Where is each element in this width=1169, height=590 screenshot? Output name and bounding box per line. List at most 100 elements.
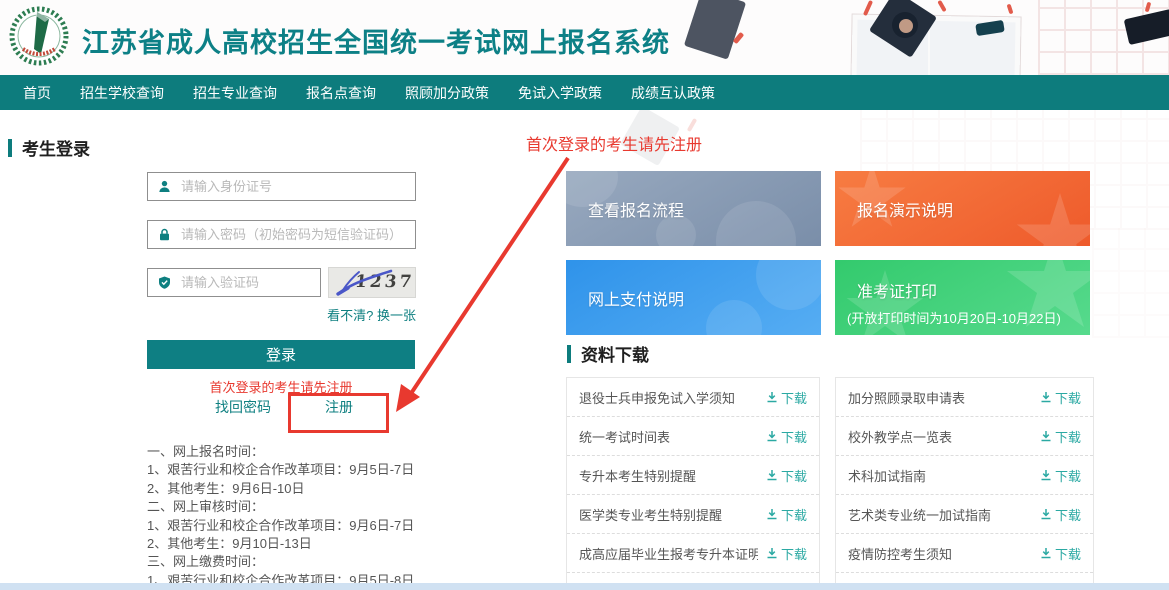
download-link[interactable]: 下载 [1040,388,1081,407]
download-row: 校外教学点一览表 下载 [836,417,1093,456]
download-icon [1040,508,1052,520]
graduation-cap-button [899,19,913,33]
downloads-section-title: 资料下载 [581,341,649,366]
download-link-label: 下载 [781,466,807,485]
corner-cap-decor [1124,9,1169,45]
download-row: 艺术类专业统一加试指南 下载 [836,495,1093,534]
download-link-label: 下载 [1055,388,1081,407]
download-link[interactable]: 下载 [766,427,807,446]
id-number-input[interactable] [179,178,415,195]
quicklink-demo-instructions[interactable]: 报名演示说明 [835,171,1090,246]
download-row: 退役士兵申报免试入学须知 下载 [567,378,819,417]
captcha-field[interactable] [147,268,321,297]
password-field[interactable] [147,220,416,249]
tassel-decor [1007,4,1014,15]
section-accent-bar [8,139,12,157]
header-photo-decor [640,0,1169,75]
download-link-label: 下载 [1055,466,1081,485]
schedule-line: 2、其他考生：9月6日-10日 [147,480,414,498]
download-file-name: 统一考试时间表 [579,427,670,446]
header: 江苏省成人高校招生全国统一考试网上报名系统 [0,0,1169,75]
building-window-decor [1038,0,1169,75]
download-icon [766,469,778,481]
nav-item[interactable]: 招生专业查询 [190,83,280,103]
tassel-decor [937,0,946,12]
download-file-name: 成高应届毕业生报考专升本证明 [579,544,758,563]
download-icon [1040,430,1052,442]
download-link[interactable]: 下载 [766,388,807,407]
schedule-text: 一、网上报名时间：1、艰苦行业和校企合作改革项目：9月5日-7日2、其他考生：9… [147,443,414,590]
download-row: 统一考试时间表 下载 [567,417,819,456]
download-link[interactable]: 下载 [1040,466,1081,485]
download-link-label: 下载 [781,544,807,563]
small-cap-decor [975,20,1005,36]
captcha-image[interactable]: 1237 [328,267,416,298]
download-link-label: 下载 [781,427,807,446]
id-number-field[interactable] [147,172,416,201]
download-link[interactable]: 下载 [1040,427,1081,446]
download-link-label: 下载 [1055,505,1081,524]
captcha-refresh-link[interactable]: 看不清? 换一张 [310,305,416,324]
forgot-password-link[interactable]: 找回密码 [215,397,271,417]
download-icon [1040,469,1052,481]
user-icon [158,180,171,193]
download-icon [1040,391,1052,403]
login-section-title: 考生登录 [22,135,90,160]
schedule-line: 三、网上缴费时间： [147,553,414,571]
tassel-decor [1145,2,1152,13]
schedule-line: 2、其他考生：9月10日-13日 [147,535,414,553]
schedule-line: 1、艰苦行业和校企合作改革项目：9月6日-7日 [147,517,414,535]
nav-item[interactable]: 报名点查询 [303,83,379,103]
tassel-decor [863,0,873,16]
quicklink-online-payment[interactable]: 网上支付说明 [566,260,821,335]
download-icon [766,547,778,559]
quicklink-admission-ticket-print[interactable]: 准考证打印 (开放打印时间为10月20日-10月22日) [835,260,1090,335]
register-link[interactable]: 注册 [325,397,353,417]
download-row: 成高应届毕业生报考专升本证明 下载 [567,534,819,573]
next-section-edge [0,583,1169,590]
schedule-line: 二、网上审核时间： [147,498,414,516]
schedule-line: 1、艰苦行业和校企合作改革项目：9月5日-7日 [147,461,414,479]
download-row: 加分照顾录取申请表 下载 [836,378,1093,417]
download-file-name: 专升本考生特别提醒 [579,466,696,485]
school-emblem-icon [7,4,71,68]
download-link-label: 下载 [1055,544,1081,563]
shield-check-icon [158,276,171,289]
nav-item[interactable]: 成绩互认政策 [628,83,718,103]
download-link[interactable]: 下载 [766,544,807,563]
captcha-scribble [329,268,416,298]
downloads-panel-right: 加分照顾录取申请表 下载 校外教学点一览表 下载 [835,377,1094,589]
quicklink-registration-process[interactable]: 查看报名流程 [566,171,821,246]
download-link-label: 下载 [781,388,807,407]
window-frame-decor [851,15,1020,75]
lock-icon [158,228,171,241]
partial-cap-decor [684,0,746,60]
password-input[interactable] [179,226,415,243]
download-icon [766,508,778,520]
download-link-label: 下载 [781,505,807,524]
section-accent-bar [567,345,571,363]
download-file-name: 艺术类专业统一加试指南 [848,505,991,524]
download-row: 术科加试指南 下载 [836,456,1093,495]
quicklink-label: 查看报名流程 [588,197,684,221]
nav-item[interactable]: 免试入学政策 [515,83,605,103]
nav-item[interactable]: 照顾加分政策 [402,83,492,103]
captcha-input[interactable] [179,274,320,291]
download-link[interactable]: 下载 [1040,505,1081,524]
quicklink-label: 准考证打印 [857,278,937,302]
download-file-name: 校外教学点一览表 [848,427,952,446]
nav-item[interactable]: 首页 [20,83,54,103]
quicklink-sub-label: (开放打印时间为10月20日-10月22日) [847,308,1061,327]
download-link[interactable]: 下载 [1040,544,1081,563]
schedule-line: 一、网上报名时间： [147,443,414,461]
nav-item[interactable]: 招生学校查询 [77,83,167,103]
download-icon [766,391,778,403]
download-file-name: 疫情防控考生须知 [848,544,952,563]
download-link[interactable]: 下载 [766,505,807,524]
login-button[interactable]: 登录 [147,340,415,369]
graduation-cap-detail [892,12,918,38]
download-row: 专升本考生特别提醒 下载 [567,456,819,495]
download-link[interactable]: 下载 [766,466,807,485]
downloads-panel-left: 退役士兵申报免试入学须知 下载 统一考试时间表 下载 [566,377,820,589]
download-file-name: 术科加试指南 [848,466,926,485]
